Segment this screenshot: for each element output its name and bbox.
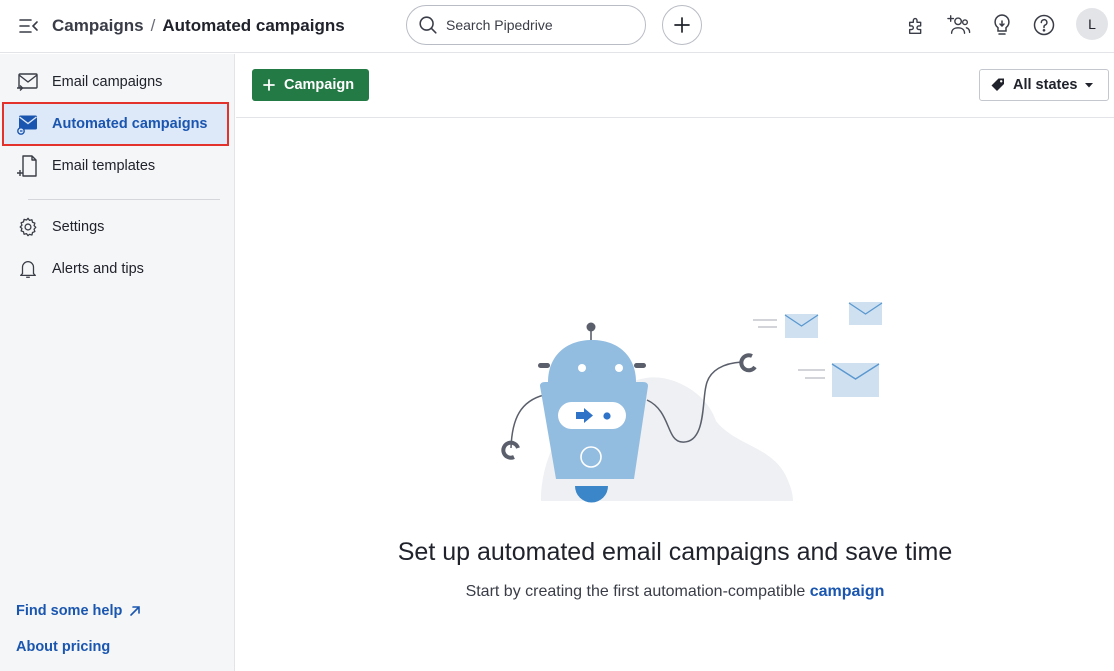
quick-add-button[interactable] — [662, 5, 702, 45]
create-campaign-link[interactable]: campaign — [810, 583, 885, 600]
find-help-label: Find some help — [16, 603, 123, 619]
states-filter-dropdown[interactable]: All states — [979, 69, 1109, 101]
email-campaign-icon — [16, 70, 40, 94]
add-campaign-button[interactable]: Campaign — [252, 69, 369, 101]
empty-state-subtitle: Start by creating the first automation-c… — [236, 583, 1114, 601]
add-contacts-icon[interactable] — [947, 13, 971, 37]
gear-icon — [16, 215, 40, 239]
sidebar-divider — [28, 199, 220, 200]
plus-icon — [263, 79, 275, 91]
sidebar-item-email-campaigns[interactable]: Email campaigns — [4, 62, 227, 102]
sidebar-item-label: Settings — [52, 219, 105, 235]
help-icon[interactable] — [1032, 13, 1056, 37]
external-link-icon — [130, 606, 141, 616]
sidebar-item-alerts[interactable]: Alerts and tips — [4, 249, 227, 289]
sidebar-item-automated-campaigns[interactable]: Automated campaigns — [2, 102, 229, 146]
sidebar-item-label: Alerts and tips — [52, 261, 144, 277]
find-help-link[interactable]: Find some help — [16, 603, 142, 619]
sidebar-item-label: Automated campaigns — [52, 116, 208, 132]
breadcrumb-campaigns[interactable]: Campaigns — [52, 16, 144, 36]
search-placeholder: Search Pipedrive — [446, 17, 553, 33]
tag-icon — [991, 78, 1004, 91]
puzzle-icon[interactable] — [905, 13, 929, 37]
email-template-icon — [16, 154, 40, 178]
top-bar: Campaigns / Automated campaigns Search P… — [0, 0, 1114, 53]
menu-collapse-icon[interactable] — [16, 14, 40, 38]
sidebar-item-label: Email templates — [52, 158, 156, 174]
robot-illustration — [501, 302, 883, 503]
about-pricing-link[interactable]: About pricing — [16, 639, 110, 655]
page-title: Automated campaigns — [162, 16, 345, 35]
sidebar: Email campaigns Automated campaigns Emai… — [0, 54, 235, 671]
avatar[interactable]: L — [1076, 8, 1108, 40]
states-filter-label: All states — [1013, 77, 1078, 93]
caret-down-icon — [1085, 83, 1094, 88]
empty-state-subtitle-text: Start by creating the first automation-c… — [465, 583, 806, 600]
lightbulb-icon[interactable] — [990, 13, 1014, 37]
toolbar: Campaign All states — [236, 54, 1114, 118]
add-campaign-label: Campaign — [284, 77, 355, 93]
sidebar-item-email-templates[interactable]: Email templates — [4, 146, 227, 186]
plus-icon — [674, 17, 690, 33]
search-icon — [419, 16, 437, 34]
sidebar-item-label: Email campaigns — [52, 74, 163, 90]
empty-state-title: Set up automated email campaigns and sav… — [397, 538, 953, 566]
breadcrumb-separator: / — [150, 16, 156, 35]
search-input[interactable]: Search Pipedrive — [406, 5, 646, 45]
automated-campaign-icon — [16, 112, 40, 136]
email-envelopes — [753, 302, 883, 397]
sidebar-item-settings[interactable]: Settings — [4, 207, 227, 247]
breadcrumb: Campaigns / Automated campaigns — [52, 16, 345, 36]
bell-icon — [16, 257, 40, 281]
